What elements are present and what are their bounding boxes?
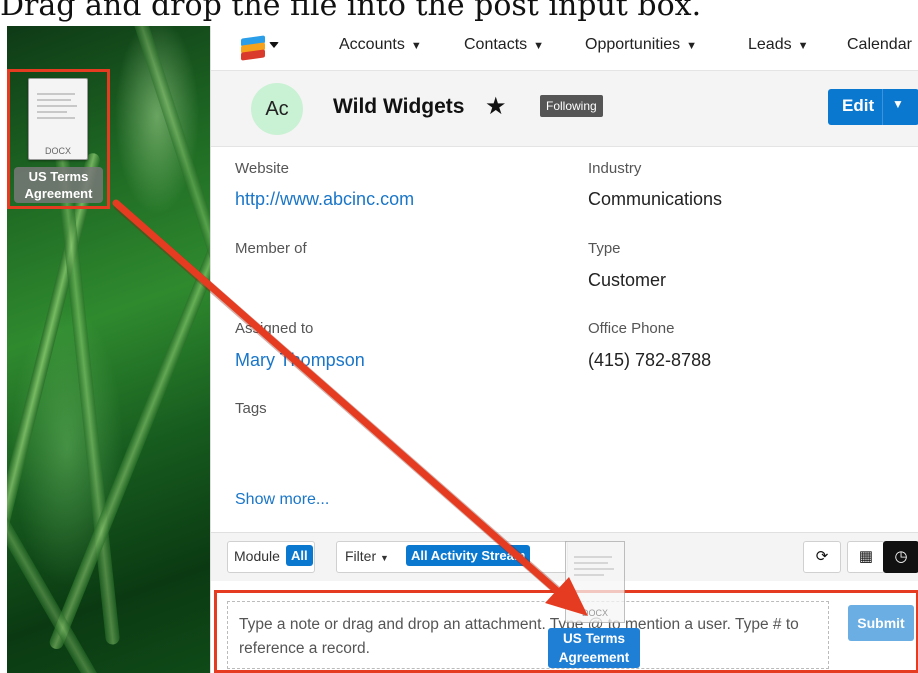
nav-accounts[interactable]: Accounts ▼ [339, 36, 422, 54]
following-badge[interactable]: Following [540, 95, 603, 117]
record-header: Ac Wild Widgets ★ Following Edit ▼ [211, 71, 918, 147]
sugar-cube-icon[interactable] [241, 33, 279, 63]
dragged-file-icon: DOCX [565, 541, 625, 623]
industry-label: Industry [588, 160, 642, 177]
nav-opportunities[interactable]: Opportunities ▼ [585, 36, 697, 54]
post-placeholder: Type a note or drag and drop an attachme… [239, 616, 799, 657]
avatar: Ac [251, 83, 303, 135]
filter-value-pill[interactable]: All Activity Stream [406, 545, 531, 566]
caret-down-icon: ▼ [380, 553, 389, 563]
docx-file-icon: DOCX [28, 78, 88, 160]
module-all-pill[interactable]: All [286, 545, 313, 566]
nav-calendar[interactable]: Calendar [847, 36, 912, 54]
top-navigation: Accounts ▼ Contacts ▼ Opportunities ▼ Leads… [211, 26, 918, 71]
website-link[interactable]: http://www.abcinc.com [235, 189, 414, 210]
table-view-icon[interactable]: ▦ [847, 541, 885, 573]
assigned-user-link[interactable]: Mary Thompson [235, 350, 365, 371]
nav-leads[interactable]: Leads ▼ [748, 36, 808, 54]
refresh-icon[interactable]: ⟳ [803, 541, 841, 573]
caret-down-icon: ▼ [797, 40, 809, 52]
instruction-caption: Drag and drop the file into the post inp… [0, 0, 702, 23]
type-value: Customer [588, 270, 667, 290]
edit-button[interactable]: Edit ▼ [828, 89, 918, 125]
assigned-to-label: Assigned to [235, 320, 314, 337]
nav-contacts[interactable]: Contacts ▼ [464, 36, 544, 54]
caret-down-icon: ▼ [686, 40, 698, 52]
activity-filter[interactable]: Filter ▼ All Activity Stream [336, 541, 568, 573]
crm-app-window: Accounts ▼ Contacts ▼ Opportunities ▼ Leads… [210, 26, 918, 673]
desktop-file-name: US Terms Agreement [14, 167, 103, 203]
tags-label: Tags [235, 400, 267, 417]
submit-button[interactable]: Submit [848, 605, 914, 641]
desktop-file-icon[interactable]: DOCX US Terms Agreement [7, 69, 110, 209]
file-extension: DOCX [44, 146, 71, 156]
record-title: Wild Widgets [333, 95, 465, 118]
industry-value: Communications [588, 189, 723, 209]
member-of-label: Member of [235, 240, 307, 257]
caret-down-icon[interactable]: ▼ [892, 97, 904, 111]
module-filter[interactable]: Module All [227, 541, 315, 573]
caret-down-icon: ▼ [533, 40, 545, 52]
website-label: Website [235, 160, 289, 177]
show-more-link[interactable]: Show more... [235, 491, 329, 509]
office-phone-label: Office Phone [588, 320, 675, 337]
caret-down-icon: ▼ [410, 40, 422, 52]
clock-icon[interactable]: ◷ [883, 541, 918, 573]
office-phone-value: (415) 782-8788 [588, 350, 712, 370]
star-icon[interactable]: ★ [485, 92, 507, 121]
type-label: Type [588, 240, 621, 257]
dragged-file-label: US Terms Agreement [548, 628, 640, 668]
